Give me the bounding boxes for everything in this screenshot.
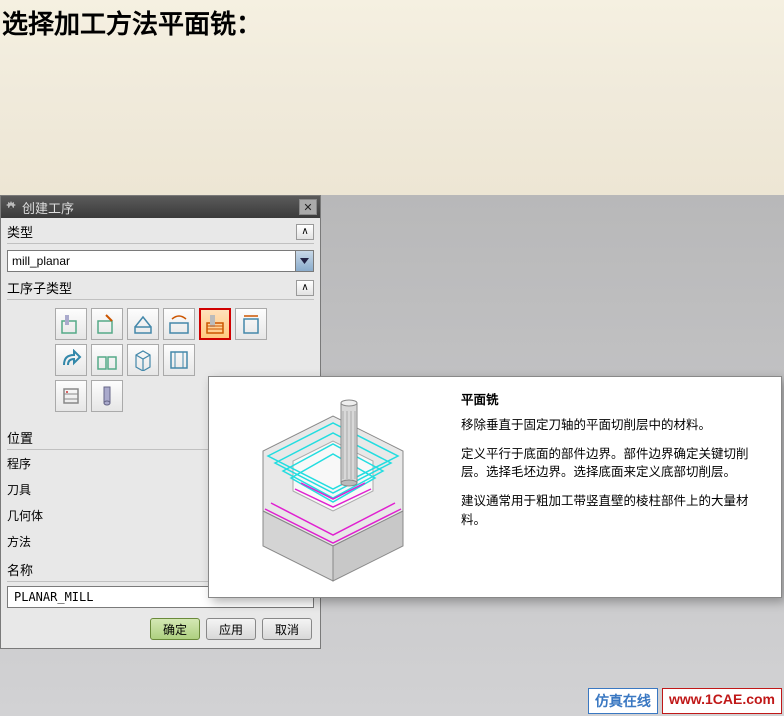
type-value: mill_planar	[12, 254, 70, 268]
dialog-titlebar[interactable]: 创建工序 ✕	[1, 196, 320, 218]
subtype-section-label: 工序子类型	[7, 278, 72, 297]
planar-mill-tooltip: 平面铣 移除垂直于固定刀轴的平面切削层中的材料。 定义平行于底面的部件边界。部件…	[208, 376, 782, 598]
name-section-label: 名称	[7, 560, 33, 579]
op-icon-11[interactable]	[55, 380, 87, 412]
op-icon-4[interactable]	[163, 308, 195, 340]
chevron-down-icon	[295, 251, 313, 271]
op-icon-1[interactable]	[55, 308, 87, 340]
op-icon-2[interactable]	[91, 308, 123, 340]
collapse-subtype-button[interactable]: ∧	[296, 280, 314, 296]
op-icon-7[interactable]	[55, 344, 87, 376]
op-icon-12[interactable]	[91, 380, 123, 412]
tooltip-title: 平面铣	[461, 391, 767, 410]
type-section-label: 类型	[7, 222, 33, 241]
footer-badge-right: www.1CAE.com	[662, 688, 782, 714]
footer-watermark: 仿真在线 www.1CAE.com	[588, 688, 782, 714]
tooltip-p1: 移除垂直于固定刀轴的平面切削层中的材料。	[461, 416, 767, 435]
type-select[interactable]: mill_planar	[7, 250, 314, 272]
op-icon-10[interactable]	[163, 344, 195, 376]
cancel-button[interactable]: 取消	[262, 618, 312, 640]
apply-button[interactable]: 应用	[206, 618, 256, 640]
ok-button[interactable]: 确定	[150, 618, 200, 640]
footer-badge-left: 仿真在线	[588, 688, 658, 714]
tooltip-p2: 定义平行于底面的部件边界。部件边界确定关键切削层。选择毛坯边界。选择底面来定义底…	[461, 445, 767, 483]
tooltip-p3: 建议通常用于粗加工带竖直壁的棱柱部件上的大量材料。	[461, 492, 767, 530]
location-section-label: 位置	[7, 428, 33, 447]
geometry-label: 几何体	[7, 507, 43, 524]
tool-label: 刀具	[7, 481, 31, 498]
tooltip-illustration	[223, 391, 443, 585]
close-button[interactable]: ✕	[299, 199, 317, 215]
dialog-title: 创建工序	[22, 198, 299, 217]
page-title: 选择加工方法平面铣：	[2, 4, 782, 41]
op-icon-9[interactable]	[127, 344, 159, 376]
gear-icon	[4, 200, 18, 214]
op-icon-planar-mill[interactable]	[199, 308, 231, 340]
op-icon-8[interactable]	[91, 344, 123, 376]
program-label: 程序	[7, 455, 31, 472]
op-icon-6[interactable]	[235, 308, 267, 340]
collapse-type-button[interactable]: ∧	[296, 224, 314, 240]
method-label: 方法	[7, 533, 31, 550]
op-icon-3[interactable]	[127, 308, 159, 340]
